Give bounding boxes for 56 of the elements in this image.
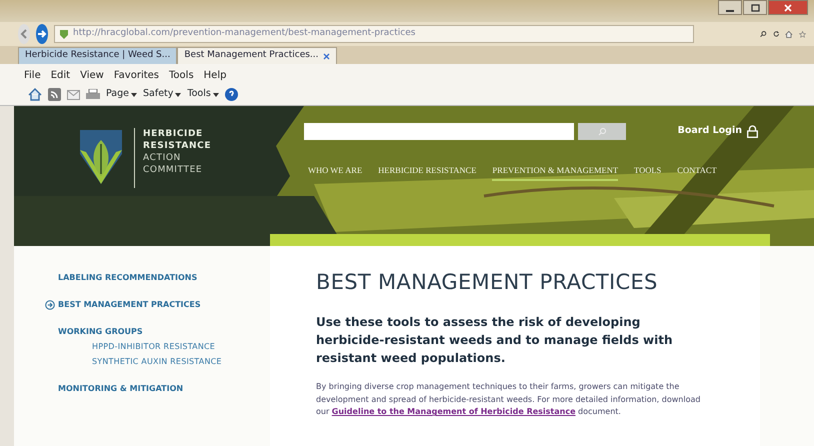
nav-link[interactable]: CONTACT — [677, 164, 717, 181]
search-icon[interactable] — [760, 28, 767, 40]
login-link[interactable]: Board Login — [678, 124, 758, 139]
browser-tab[interactable]: Best Management Practices... — [177, 47, 337, 64]
menu-item[interactable]: View — [80, 68, 104, 84]
toolbar-menu[interactable]: Page — [106, 87, 137, 102]
sidebar-link[interactable]: SYNTHETIC AUXIN RESISTANCE — [92, 356, 270, 368]
printer-icon[interactable] — [86, 88, 100, 100]
arrow-circle-icon — [45, 300, 55, 310]
nav-link[interactable]: WHO WE ARE — [308, 164, 362, 181]
close-icon[interactable] — [322, 52, 330, 60]
menu-item[interactable]: Favorites — [114, 68, 160, 84]
logo-text: HERBICIDE — [143, 128, 204, 140]
caret-icon — [131, 92, 137, 96]
close-button[interactable] — [768, 0, 808, 15]
sidebar-link[interactable]: LABELING RECOMMENDATIONS — [58, 272, 270, 284]
sidebar-link[interactable]: WORKING GROUPS — [58, 326, 270, 338]
menu-item[interactable]: Help — [204, 68, 226, 84]
body-text: By bringing diverse crop management techniques to their farms, growers can mitigate the development and spread of herbicide-resistant weeds. For more detailed information, download our Guideline to the Management of Herbicide Resistance document. — [316, 381, 702, 418]
page-title: BEST MANAGEMENT PRACTICES — [316, 270, 659, 296]
nav-link[interactable]: PREVENTION & MANAGEMENT — [492, 164, 618, 181]
sidebar-link[interactable]: BEST MANAGEMENT PRACTICES — [45, 299, 270, 311]
search-field[interactable] — [304, 123, 574, 140]
home-icon[interactable] — [28, 88, 42, 101]
forward-button[interactable] — [36, 24, 48, 44]
maximize-icon — [750, 4, 760, 12]
arrow-right-icon — [36, 28, 48, 40]
sidebar-link[interactable]: HPPD-INHIBITOR RESISTANCE — [92, 341, 270, 353]
lead-text: Use these tools to assess the risk of developing herbicide-resistant weeds and to manage fields with resistant weed populations. — [316, 314, 674, 368]
minimize-icon — [726, 10, 734, 12]
nav-link[interactable]: TOOLS — [634, 164, 662, 181]
toolbar-menu[interactable]: Safety — [143, 87, 182, 102]
document-link[interactable]: Guideline to the Management of Herbicide Resistance — [332, 407, 576, 416]
close-icon — [784, 4, 792, 12]
help-icon[interactable] — [224, 88, 238, 101]
search-icon — [598, 127, 606, 136]
caret-icon — [212, 92, 219, 96]
logo-text: COMMITTEE — [143, 164, 204, 176]
logo-text: RESISTANCE — [143, 140, 212, 152]
sidebar-link[interactable]: MONITORING & MITIGATION — [58, 383, 270, 395]
menu-item[interactable]: Edit — [50, 68, 70, 84]
shield-icon — [59, 28, 69, 40]
minimize-button[interactable] — [718, 0, 742, 15]
rss-icon[interactable] — [48, 88, 61, 101]
toolbar-menu[interactable]: Tools — [187, 87, 219, 102]
nav-link[interactable]: HERBICIDE RESISTANCE — [378, 164, 476, 181]
address-field[interactable]: http://hracglobal.com/prevention-management/best-management-practices — [54, 25, 694, 43]
back-button[interactable] — [18, 24, 30, 44]
menu-item[interactable]: Tools — [169, 68, 194, 84]
caret-icon — [175, 92, 182, 96]
mail-icon[interactable] — [67, 90, 80, 100]
browser-tab[interactable]: Herbicide Resistance | Weed S... — [18, 47, 178, 64]
menu-item[interactable]: File — [24, 68, 41, 84]
logo-text: ACTION — [143, 152, 182, 164]
maximize-button[interactable] — [743, 0, 767, 15]
lock-icon — [747, 125, 758, 138]
